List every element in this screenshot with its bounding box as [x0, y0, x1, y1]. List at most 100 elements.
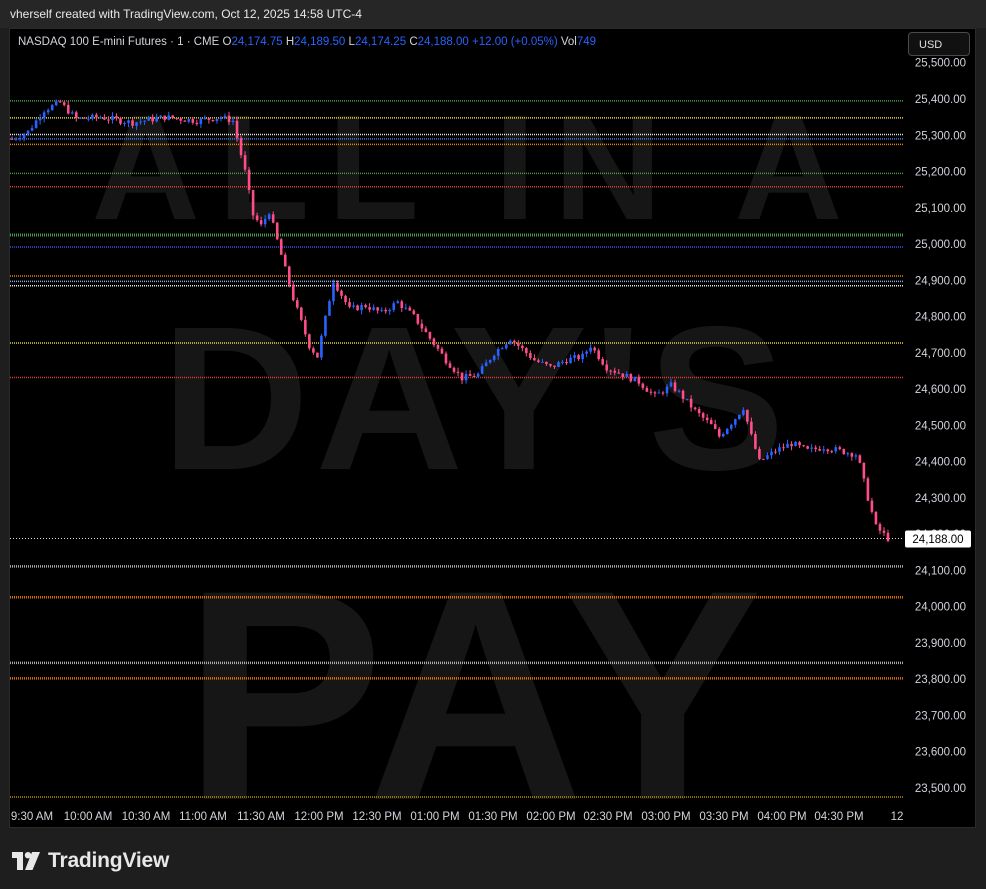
symbol-legend: NASDAQ 100 E-mini Futures · 1 · CME O24,… [18, 36, 596, 48]
candle-body [689, 398, 693, 408]
candle-body [424, 328, 428, 333]
candle-body [508, 340, 512, 345]
candle-body [74, 112, 78, 119]
candle-body [255, 215, 259, 221]
candle-body [492, 355, 496, 360]
candle-body [227, 115, 231, 123]
candle-body [766, 455, 769, 459]
candle-body [878, 524, 882, 531]
candle-body [822, 449, 826, 451]
x-tick-label: 04:30 PM [814, 811, 863, 823]
candle-body [750, 421, 753, 434]
candle-body [283, 254, 287, 267]
candle-body [818, 449, 821, 451]
candle-body [18, 138, 22, 140]
candle-body [239, 137, 243, 156]
x-tick-label: 11:30 AM [237, 811, 285, 823]
candle-body [834, 447, 838, 452]
y-tick-label: 23,500.00 [915, 783, 966, 795]
candle-body [846, 453, 850, 455]
candle-body [380, 309, 383, 311]
candle-body [316, 352, 319, 358]
candle-body [42, 112, 46, 119]
candle-body [802, 445, 805, 447]
candle-body [448, 363, 452, 368]
candle-body [553, 365, 556, 367]
candle-body [738, 414, 741, 420]
candle-body [649, 391, 653, 393]
candle-body [786, 443, 789, 448]
candle-body [119, 118, 122, 124]
price-axis[interactable]: 25,500.00 25,400.00 25,300.00 25,200.00 25,1… [915, 58, 966, 795]
y-tick-label: 23,800.00 [915, 674, 966, 686]
candle-body [774, 451, 777, 453]
candle-body [613, 370, 617, 373]
y-tick-label: 25,500.00 [915, 58, 966, 70]
candle-body [790, 443, 793, 447]
candle-body [653, 392, 657, 394]
close-value: 24,188.00 [417, 36, 469, 48]
x-tick-label: 03:00 PM [641, 811, 690, 823]
candle-body [561, 361, 564, 363]
candle-body [589, 347, 592, 352]
y-tick-label: 24,900.00 [915, 275, 966, 287]
candle-body [223, 115, 227, 118]
candle-body [267, 214, 271, 220]
candle-body [203, 118, 207, 120]
candle-body [404, 307, 408, 309]
candle-body [38, 118, 42, 121]
candle-body [123, 123, 126, 125]
candle-body [770, 451, 773, 456]
candle-body [573, 355, 576, 358]
symbol-name[interactable]: NASDAQ 100 E-mini Futures · 1 · CME [18, 36, 219, 48]
high-value: 24,189.50 [294, 36, 346, 48]
candle-body [436, 345, 440, 349]
x-tick-label: 04:00 PM [757, 811, 806, 823]
candle-body [111, 116, 114, 120]
candle-body [195, 122, 199, 124]
candle-body [320, 335, 323, 358]
candle-body [412, 310, 416, 315]
candle-body [151, 117, 154, 122]
x-tick-label: 12:30 PM [352, 811, 401, 823]
chart-credit: vherself created with TradingView.com, O… [10, 7, 362, 21]
candle-body [91, 114, 94, 119]
candle-body [372, 307, 375, 310]
candle-body [557, 362, 560, 367]
candle-body [758, 448, 761, 459]
candle-body [693, 407, 697, 410]
candle-body [713, 424, 717, 429]
time-axis[interactable]: 9:30 AM 10:00 AM 10:30 AM 11:00 AM 11:30 AM 1… [11, 811, 904, 823]
candle-body [862, 462, 866, 479]
candle-body [300, 307, 303, 320]
top-bar: vherself created with TradingView.com, O… [0, 0, 986, 28]
candle-body [762, 458, 765, 460]
candle-body [263, 219, 267, 225]
candle-body [416, 314, 420, 324]
candle-body [30, 127, 34, 131]
candle-body [127, 120, 130, 124]
candle-body [629, 373, 633, 382]
y-tick-label: 24,800.00 [915, 312, 966, 324]
tradingview-wordmark: TradingView [48, 849, 170, 872]
price-chart[interactable]: ALL IN ADAY'SPAY 25,500.0025,400.0025,30… [10, 29, 976, 828]
candle-body [673, 382, 677, 392]
y-tick-label: 23,700.00 [915, 710, 966, 722]
candle-body [496, 348, 500, 356]
candle-body [746, 409, 749, 422]
candle-body [312, 348, 315, 353]
candle-body [866, 478, 870, 501]
chart-frame[interactable]: ALL IN A DAY'S PAY 25,500.00 25,400.00 25,30… [9, 28, 976, 828]
y-tick-label: 24,100.00 [915, 565, 966, 577]
x-tick-label: 01:00 PM [410, 811, 459, 823]
candle-body [14, 138, 18, 140]
y-tick-label: 23,600.00 [915, 747, 966, 759]
y-tick-label: 25,400.00 [915, 94, 966, 106]
currency-button[interactable]: USD [908, 32, 970, 56]
candle-body [806, 446, 809, 449]
candle-body [854, 455, 858, 457]
y-tick-label: 24,400.00 [915, 457, 966, 469]
candle-body [199, 118, 203, 124]
candle-body [207, 118, 211, 120]
tradingview-logo[interactable]: TradingView [12, 849, 169, 873]
